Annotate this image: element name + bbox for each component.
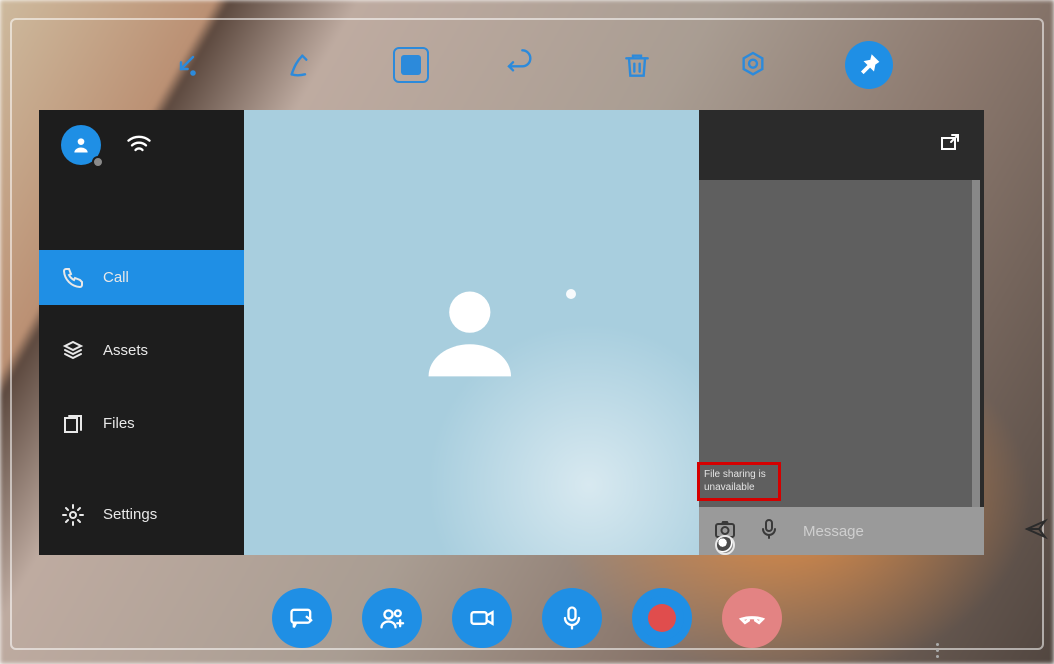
sidebar-item-files[interactable]: Files — [39, 396, 244, 451]
delete-icon[interactable] — [613, 41, 661, 89]
chat-input-row — [699, 507, 984, 555]
ink-tool-icon[interactable] — [277, 41, 325, 89]
sidebar-item-assets[interactable]: Assets — [39, 323, 244, 378]
sidebar-item-settings[interactable]: Settings — [39, 487, 244, 542]
chat-scrollbar[interactable] — [972, 180, 980, 507]
sidebar-header — [39, 110, 244, 180]
chat-messages-area[interactable]: File sharing is unavailable — [699, 180, 980, 507]
record-button[interactable] — [632, 588, 692, 648]
sidebar-item-label: Call — [103, 269, 129, 286]
bottom-action-bar — [0, 588, 1054, 648]
undock-icon[interactable] — [938, 131, 962, 160]
sidebar-item-label: Files — [103, 415, 135, 432]
color-picker-icon[interactable] — [729, 41, 777, 89]
sidebar: Call Assets Files — [39, 110, 244, 555]
pin-button[interactable] — [845, 41, 893, 89]
end-call-button[interactable] — [722, 588, 782, 648]
undo-icon[interactable] — [497, 41, 545, 89]
video-panel[interactable] — [244, 110, 699, 555]
file-sharing-tooltip: File sharing is unavailable — [697, 462, 781, 501]
tooltip-text-line1: File sharing is — [704, 469, 770, 482]
camera-icon[interactable] — [713, 517, 737, 546]
sidebar-item-label: Assets — [103, 342, 148, 359]
send-icon[interactable] — [1024, 517, 1048, 546]
presence-indicator — [92, 156, 104, 168]
add-participant-button[interactable] — [362, 588, 422, 648]
microphone-icon[interactable] — [757, 517, 781, 546]
mic-button[interactable] — [542, 588, 602, 648]
video-button[interactable] — [452, 588, 512, 648]
chat-button[interactable] — [272, 588, 332, 648]
sidebar-nav: Call Assets Files — [39, 250, 244, 542]
app-window: Call Assets Files — [39, 110, 984, 555]
arrow-tool-icon[interactable] — [161, 41, 209, 89]
record-dot-icon — [648, 604, 676, 632]
more-options-icon[interactable] — [936, 643, 939, 658]
rectangle-tool-icon[interactable] — [393, 47, 429, 83]
wifi-icon[interactable] — [125, 129, 153, 162]
cursor-dot — [566, 289, 576, 299]
message-input[interactable] — [801, 522, 1004, 541]
remote-user-placeholder-icon — [414, 275, 524, 390]
top-toolbar — [0, 20, 1054, 110]
cursor-icon — [715, 535, 735, 555]
tooltip-text-line2: unavailable — [704, 482, 770, 495]
chat-header — [699, 110, 984, 180]
sidebar-item-label: Settings — [103, 506, 157, 523]
sidebar-item-call[interactable]: Call — [39, 250, 244, 305]
user-avatar[interactable] — [61, 125, 101, 165]
chat-panel: File sharing is unavailable — [699, 110, 984, 555]
